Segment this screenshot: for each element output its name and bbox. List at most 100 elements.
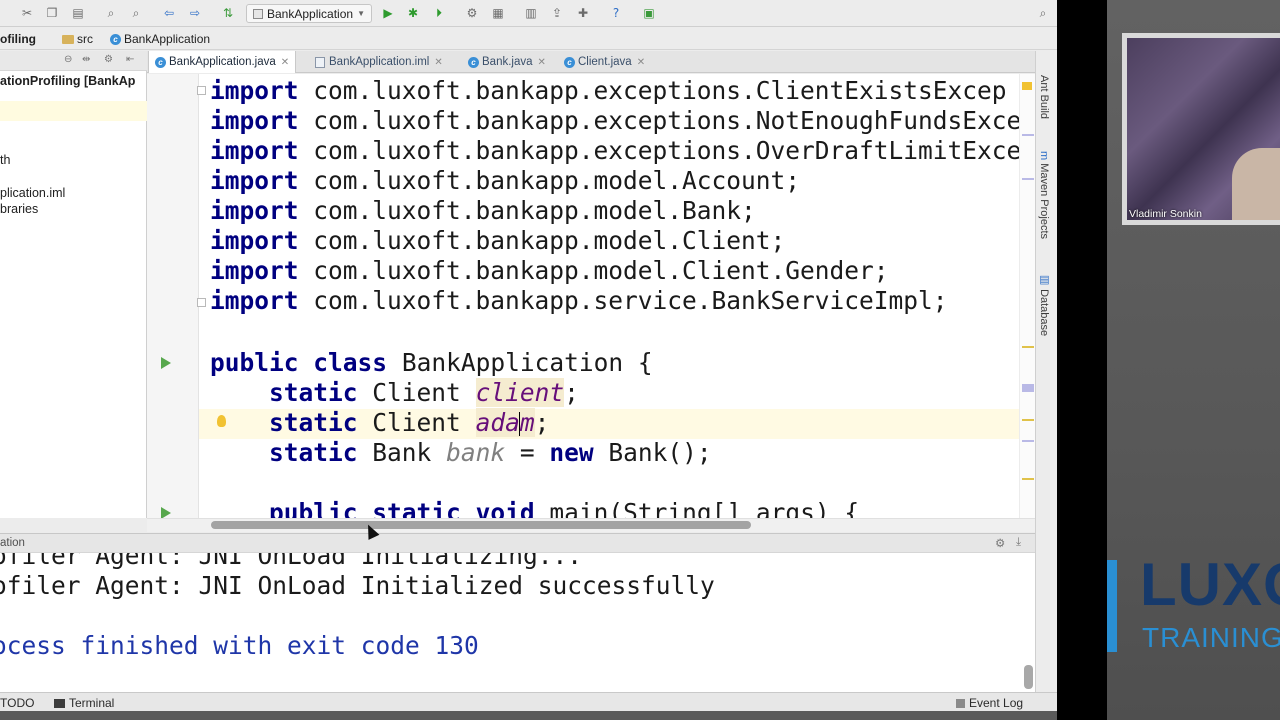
project-root[interactable]: ationProfiling [BankAp: [0, 74, 135, 88]
stripe-mark[interactable]: [1022, 384, 1034, 392]
stripe-mark[interactable]: [1022, 419, 1034, 421]
settings-icon[interactable]: ⚙: [463, 4, 481, 22]
warning-stripe-mark[interactable]: [1022, 82, 1032, 90]
tab-bank-java[interactable]: c Bank.java ✕: [462, 51, 552, 73]
import-path: com.luxoft.bankapp.model.Client.Gender;: [313, 256, 889, 285]
tab-bankapplication-java[interactable]: c BankApplication.java ✕: [148, 51, 297, 73]
fold-marker-icon[interactable]: [197, 298, 206, 307]
run-console[interactable]: ofiler Agent: JNI OnLoad Initializing...…: [0, 553, 1035, 692]
run-configuration-select[interactable]: BankApplication ▼: [246, 4, 372, 23]
class-declaration: BankApplication {: [401, 348, 653, 377]
copy-icon[interactable]: ❐: [43, 4, 61, 22]
side-tab-maven-projects[interactable]: m Maven Projects: [1038, 151, 1050, 239]
run-gutter-icon[interactable]: [161, 507, 171, 518]
project-item[interactable]: plication.iml: [0, 186, 65, 200]
webcam-video: [1127, 38, 1280, 220]
scroll-from-source-icon[interactable]: ⇹: [82, 54, 90, 65]
side-tab-database[interactable]: ▤ Database: [1038, 273, 1051, 336]
structure-icon[interactable]: ▦: [489, 4, 507, 22]
tab-label: BankApplication.java: [169, 56, 276, 68]
stripe-mark[interactable]: [1022, 134, 1034, 136]
keyword: public: [210, 348, 299, 377]
push-icon[interactable]: ⇪: [548, 4, 566, 22]
side-tab-ant-build[interactable]: Ant Build: [1038, 75, 1050, 119]
keyword: import: [210, 136, 299, 165]
class-icon: c: [110, 34, 121, 46]
type-name: Client: [372, 408, 461, 437]
help-icon[interactable]: ?: [607, 4, 625, 22]
collapse-icon[interactable]: ⊖: [64, 54, 72, 65]
class-icon: c: [564, 56, 575, 68]
horizontal-scrollbar[interactable]: [147, 518, 1035, 532]
brand-subtitle: TRAINING: [1142, 622, 1280, 653]
method-signature: main(String[] args) {: [549, 498, 860, 518]
code-line: import com.luxoft.bankapp.model.Client;: [210, 226, 785, 256]
close-icon[interactable]: ✕: [637, 57, 645, 68]
build-icon[interactable]: ⇅: [219, 4, 237, 22]
scrollbar-thumb[interactable]: [211, 521, 751, 529]
breadcrumb-src[interactable]: src: [62, 32, 93, 46]
close-icon[interactable]: ✕: [434, 57, 442, 68]
code-line: static Client client;: [210, 378, 579, 408]
class-icon: c: [155, 56, 166, 68]
coverage-icon[interactable]: ⏵: [430, 4, 448, 22]
module-file-icon: [315, 56, 325, 68]
tab-bankapplication-iml[interactable]: BankApplication.iml ✕: [309, 51, 449, 73]
fold-marker-icon[interactable]: [197, 86, 206, 95]
back-icon[interactable]: ⇦: [160, 4, 178, 22]
import-path: com.luxoft.bankapp.model.Account;: [313, 166, 801, 195]
stripe-mark[interactable]: [1022, 178, 1034, 180]
project-item[interactable]: braries: [0, 202, 38, 216]
code-line: import com.luxoft.bankapp.model.Bank;: [210, 196, 756, 226]
search-icon[interactable]: ⌕: [1034, 4, 1052, 22]
gear-icon[interactable]: ⚙: [104, 54, 113, 65]
plugin-icon[interactable]: ✚: [574, 4, 592, 22]
hide-panel-icon[interactable]: ⤓: [1016, 536, 1021, 549]
console-scrollbar-thumb[interactable]: [1024, 665, 1033, 689]
gear-icon[interactable]: ⚙: [995, 536, 1005, 550]
vcs-icon[interactable]: ▥: [522, 4, 540, 22]
code-line: static Client adam;: [210, 408, 549, 438]
console-line: ofiler Agent: JNI OnLoad Initialized suc…: [0, 571, 715, 600]
keyword: static: [372, 498, 461, 518]
code-line: import com.luxoft.bankapp.exceptions.Cli…: [210, 76, 1007, 106]
presenter-name: Vladimir Sonkin: [1129, 208, 1202, 220]
stripe-mark[interactable]: [1022, 346, 1034, 348]
keyword: static: [269, 438, 358, 467]
hide-panel-icon[interactable]: ⇤: [126, 54, 134, 65]
forward-icon[interactable]: ⇨: [186, 4, 204, 22]
close-icon[interactable]: ✕: [538, 57, 546, 68]
run-gutter-icon[interactable]: [161, 357, 171, 369]
paste-icon[interactable]: ▤: [69, 4, 87, 22]
brand-logo: LUXO: [1140, 551, 1280, 618]
terminal-icon: [54, 699, 65, 709]
folder-icon: [62, 35, 74, 45]
stripe-mark[interactable]: [1022, 478, 1034, 480]
constructor-call: Bank();: [608, 438, 712, 467]
logo-accent-bar: [1107, 560, 1117, 652]
run-icon[interactable]: ▶: [379, 4, 397, 22]
terminal-toolbar-icon[interactable]: ▣: [640, 4, 658, 22]
stripe-mark[interactable]: [1022, 440, 1034, 442]
replace-icon[interactable]: ⌕: [127, 4, 145, 22]
code-line: import com.luxoft.bankapp.model.Client.G…: [210, 256, 889, 286]
keyword: import: [210, 106, 299, 135]
find-icon[interactable]: ⌕: [102, 4, 120, 22]
terminal-tab[interactable]: Terminal: [54, 696, 114, 710]
error-stripe[interactable]: [1019, 74, 1035, 518]
event-log-tab[interactable]: Event Log: [956, 696, 1023, 710]
todo-tab[interactable]: TODO: [0, 696, 34, 710]
code-line: public class BankApplication {: [210, 348, 653, 378]
tab-client-java[interactable]: c Client.java ✕: [558, 51, 651, 73]
debug-icon[interactable]: ✱: [404, 4, 422, 22]
breadcrumb-file[interactable]: c BankApplication: [110, 32, 210, 46]
project-item[interactable]: th: [0, 153, 10, 167]
keyword: import: [210, 286, 299, 315]
cut-icon[interactable]: ✂: [18, 4, 36, 22]
keyword: import: [210, 166, 299, 195]
code-editor[interactable]: import com.luxoft.bankapp.exceptions.Cli…: [147, 74, 1035, 518]
keyword: static: [269, 378, 358, 407]
tab-label: BankApplication.iml: [329, 56, 430, 68]
breadcrumb-project[interactable]: ofiling: [0, 32, 36, 46]
close-icon[interactable]: ✕: [281, 57, 289, 68]
